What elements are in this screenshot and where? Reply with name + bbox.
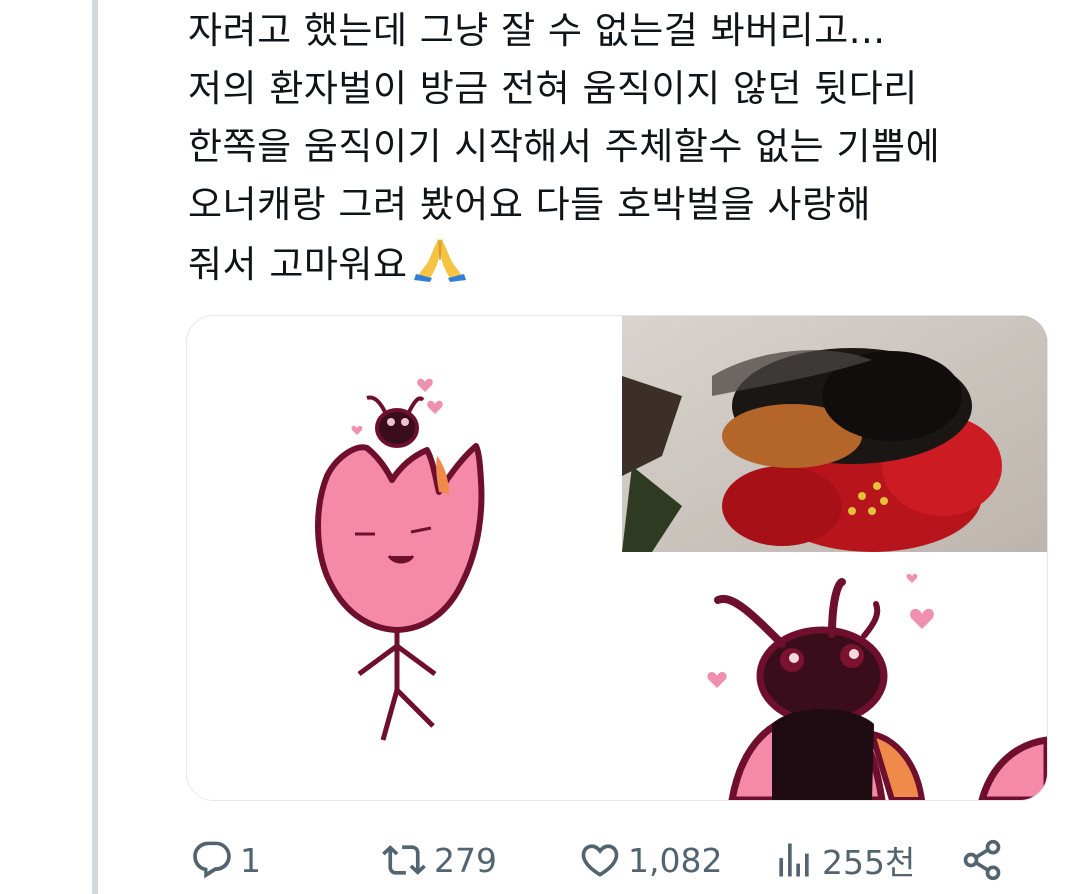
- retweet-button[interactable]: 279: [380, 830, 497, 890]
- heart-icon: [578, 838, 622, 882]
- views-button[interactable]: 255천: [772, 830, 915, 890]
- retweet-icon: [380, 838, 428, 882]
- media-grid[interactable]: [186, 315, 1048, 801]
- reply-icon: [190, 838, 234, 882]
- share-icon: [960, 838, 1004, 882]
- tweet-action-bar: 1 279 1,082 255천: [190, 830, 1020, 890]
- share-button[interactable]: [960, 830, 1004, 890]
- folded-hands-icon: [413, 234, 466, 299]
- retweet-count: 279: [434, 840, 497, 880]
- reply-button[interactable]: 1: [190, 830, 261, 890]
- media-image-bumblebee-photo[interactable]: [622, 316, 1047, 552]
- tweet-text-line-last: 줘서 고마워요: [188, 234, 1048, 299]
- like-button[interactable]: 1,082: [578, 830, 722, 890]
- like-count: 1,082: [628, 840, 723, 880]
- tweet-text-line: 저의 환자벌이 방금 전혀 움직이지 않던 뒷다리: [188, 67, 918, 110]
- tweet-text-line: 자려고 했는데 그냥 잘 수 없는걸 봐버리고...: [188, 9, 886, 52]
- tweet-text-line: 줘서 고마워요: [188, 243, 408, 286]
- media-image-bee-drawing-closeup[interactable]: [622, 564, 1047, 800]
- tweet-text: 자려고 했는데 그냥 잘 수 없는걸 봐버리고... 저의 환자벌이 방금 전혀…: [188, 2, 1048, 299]
- media-image-tulip-drawing[interactable]: [187, 316, 610, 800]
- thread-connector-line: [92, 0, 98, 894]
- reply-count: 1: [240, 840, 261, 880]
- tweet-text-line: 오너캐랑 그려 봤어요 다들 호박벌을 사랑해: [188, 183, 872, 226]
- views-count: 255천: [822, 843, 916, 882]
- views-chart-icon: [772, 838, 816, 882]
- tweet-text-line: 한쪽을 움직이기 시작해서 주체할수 없는 기쁨에: [188, 125, 941, 168]
